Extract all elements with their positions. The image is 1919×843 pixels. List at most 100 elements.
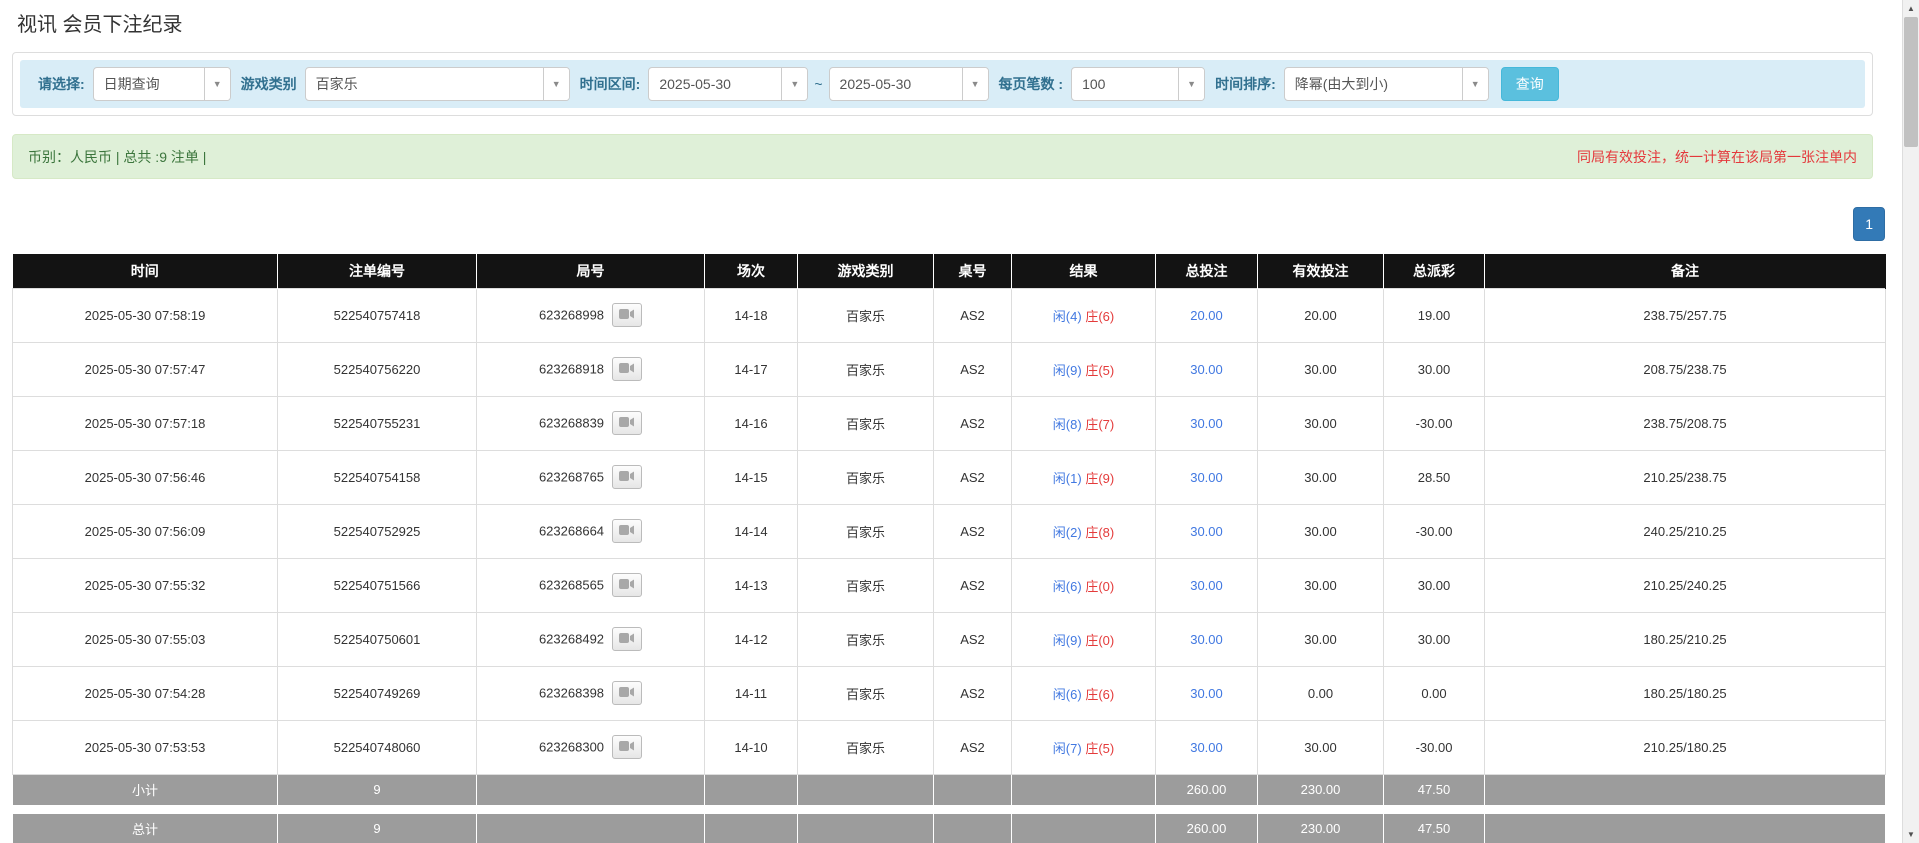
cell-session: 14-17 (705, 342, 798, 396)
cell-remark: 208.75/238.75 (1485, 342, 1886, 396)
cell-payout: -30.00 (1384, 720, 1485, 774)
date-from-select[interactable]: 2025-05-30 ▼ (648, 67, 808, 101)
round-number: 623268565 (539, 578, 604, 593)
cell-game-type: 百家乐 (798, 720, 934, 774)
cell-total-bet: 30.00 (1156, 612, 1258, 666)
cell-table-no: AS2 (934, 666, 1012, 720)
cell-round-id: 623268300 (477, 720, 705, 774)
cell-game-type: 百家乐 (798, 396, 934, 450)
total-bet-link[interactable]: 30.00 (1190, 686, 1223, 701)
query-type-select[interactable]: 日期查询 ▼ (93, 67, 231, 101)
table-row: 2025-05-30 07:56:09522540752925623268664… (13, 504, 1886, 558)
subtotal-row-game (798, 774, 934, 805)
scroll-down-icon[interactable]: ▼ (1903, 826, 1919, 843)
search-button[interactable]: 查询 (1501, 67, 1559, 101)
grandtotal-row-total-bet: 260.00 (1156, 813, 1258, 843)
cell-time: 2025-05-30 07:54:28 (13, 666, 278, 720)
cell-session: 14-13 (705, 558, 798, 612)
chevron-down-icon[interactable]: ▼ (781, 68, 807, 100)
round-number: 623268765 (539, 470, 604, 485)
total-bet-link[interactable]: 30.00 (1190, 578, 1223, 593)
total-bet-link[interactable]: 30.00 (1190, 362, 1223, 377)
grandtotal-row-session (705, 813, 798, 843)
chevron-down-icon[interactable]: ▼ (1178, 68, 1204, 100)
page-number-button[interactable]: 1 (1853, 207, 1885, 241)
chevron-down-icon[interactable]: ▼ (543, 68, 569, 100)
cell-valid-bet: 30.00 (1258, 720, 1384, 774)
table-row: 2025-05-30 07:56:46522540754158623268765… (13, 450, 1886, 504)
subtotal-row-valid-bet: 230.00 (1258, 774, 1384, 805)
cell-result: 闲(4) 庄(6) (1012, 288, 1156, 342)
cell-session: 14-11 (705, 666, 798, 720)
cell-time: 2025-05-30 07:58:19 (13, 288, 278, 342)
total-bet-link[interactable]: 30.00 (1190, 632, 1223, 647)
grandtotal-row-game (798, 813, 934, 843)
round-number: 623268664 (539, 524, 604, 539)
view-video-button[interactable] (612, 519, 642, 543)
grandtotal-row-label: 总计 (13, 813, 278, 843)
cell-bet-id: 522540754158 (278, 450, 477, 504)
scroll-up-icon[interactable]: ▲ (1903, 0, 1919, 17)
view-video-button[interactable] (612, 303, 642, 327)
cell-bet-id: 522540756220 (278, 342, 477, 396)
total-bet-link[interactable]: 30.00 (1190, 524, 1223, 539)
chevron-down-icon[interactable]: ▼ (962, 68, 988, 100)
view-video-button[interactable] (612, 357, 642, 381)
cell-result: 闲(9) 庄(0) (1012, 612, 1156, 666)
cell-table-no: AS2 (934, 720, 1012, 774)
view-video-button[interactable] (612, 627, 642, 651)
cell-payout: 30.00 (1384, 558, 1485, 612)
betting-records-page: 视讯 会员下注纪录 请选择: 日期查询 ▼ 游戏类别 百家乐 ▼ 时间区间: 2… (0, 10, 1902, 843)
table-row: 2025-05-30 07:53:53522540748060623268300… (13, 720, 1886, 774)
chevron-down-icon[interactable]: ▼ (1462, 68, 1488, 100)
cell-round-id: 623268765 (477, 450, 705, 504)
pagination: 1 (12, 207, 1885, 241)
vertical-scrollbar[interactable]: ▲ ▼ (1902, 0, 1919, 843)
view-video-button[interactable] (612, 573, 642, 597)
result-banker: 庄(5) (1085, 363, 1114, 378)
column-header: 有效投注 (1258, 254, 1384, 288)
view-video-button[interactable] (612, 735, 642, 759)
cell-remark: 210.25/240.25 (1485, 558, 1886, 612)
page-size-select[interactable]: 100 ▼ (1071, 67, 1205, 101)
cell-remark: 210.25/180.25 (1485, 720, 1886, 774)
round-number: 623268492 (539, 632, 604, 647)
summary-info-bar: 币别：人民币 | 总共 :9 注单 | 同局有效投注，统一计算在该局第一张注单内 (12, 134, 1873, 179)
video-camera-icon (619, 416, 635, 431)
cell-total-bet: 30.00 (1156, 504, 1258, 558)
total-bet-link[interactable]: 20.00 (1190, 308, 1223, 323)
view-video-button[interactable] (612, 681, 642, 705)
total-bet-link[interactable]: 30.00 (1190, 470, 1223, 485)
subtotal-row-payout: 47.50 (1384, 774, 1485, 805)
scrollbar-thumb[interactable] (1904, 17, 1918, 147)
cell-payout: 30.00 (1384, 612, 1485, 666)
view-video-button[interactable] (612, 411, 642, 435)
table-row: 2025-05-30 07:57:47522540756220623268918… (13, 342, 1886, 396)
subtotal-row-table (934, 774, 1012, 805)
date-to-select[interactable]: 2025-05-30 ▼ (829, 67, 989, 101)
total-bet-link[interactable]: 30.00 (1190, 740, 1223, 755)
cell-time: 2025-05-30 07:55:32 (13, 558, 278, 612)
view-video-button[interactable] (612, 465, 642, 489)
cell-table-no: AS2 (934, 558, 1012, 612)
result-banker: 庄(9) (1085, 471, 1114, 486)
page-title: 视讯 会员下注纪录 (17, 10, 1902, 40)
currency-total-text: 币别：人民币 | 总共 :9 注单 | (28, 147, 206, 167)
time-sort-select[interactable]: 降幂(由大到小) ▼ (1284, 67, 1489, 101)
result-banker: 庄(0) (1085, 579, 1114, 594)
result-player: 闲(6) (1053, 687, 1082, 702)
grandtotal-row-payout: 47.50 (1384, 813, 1485, 843)
game-type-select[interactable]: 百家乐 ▼ (305, 67, 570, 101)
cell-bet-id: 522540752925 (278, 504, 477, 558)
cell-result: 闲(9) 庄(5) (1012, 342, 1156, 396)
cell-game-type: 百家乐 (798, 342, 934, 396)
cell-time: 2025-05-30 07:57:18 (13, 396, 278, 450)
total-bet-link[interactable]: 30.00 (1190, 416, 1223, 431)
cell-remark: 238.75/257.75 (1485, 288, 1886, 342)
time-range-label: 时间区间: (580, 74, 641, 94)
result-banker: 庄(6) (1085, 309, 1114, 324)
chevron-down-icon[interactable]: ▼ (204, 68, 230, 100)
table-row: 2025-05-30 07:55:32522540751566623268565… (13, 558, 1886, 612)
column-header: 场次 (705, 254, 798, 288)
subtotal-row-round (477, 774, 705, 805)
